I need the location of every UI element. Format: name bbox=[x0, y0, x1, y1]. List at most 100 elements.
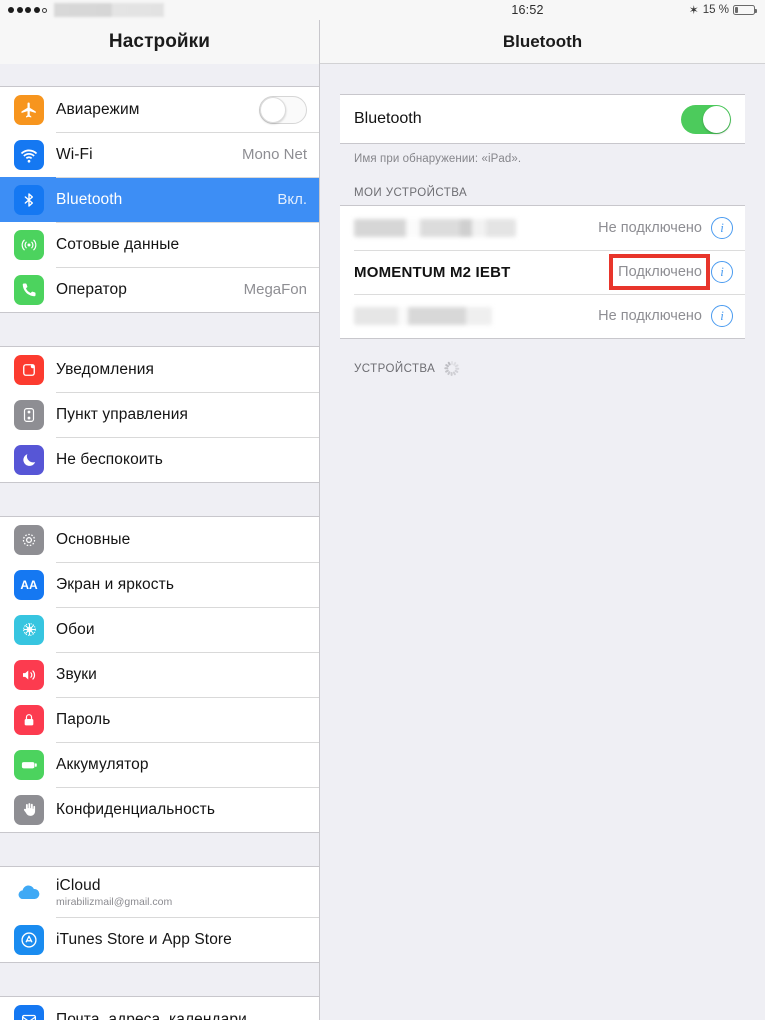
signal-dot bbox=[33, 7, 40, 13]
device-name: MOMENTUM M2 IEBT bbox=[354, 263, 511, 281]
sidebar-item-label: Основные bbox=[56, 530, 131, 548]
device-name-redacted bbox=[354, 219, 516, 237]
sidebar-item-sounds[interactable]: Звуки bbox=[0, 652, 319, 697]
sidebar-item-control-center[interactable]: Пункт управления bbox=[0, 392, 319, 437]
airplane-mode-toggle[interactable] bbox=[259, 95, 307, 124]
control-center-icon bbox=[14, 399, 44, 430]
signal-dot bbox=[16, 7, 23, 13]
bluetooth-toggle-row[interactable]: Bluetooth bbox=[340, 95, 745, 143]
sidebar-item-passcode[interactable]: Пароль bbox=[0, 697, 319, 742]
sidebar-item-battery[interactable]: Аккумулятор bbox=[0, 742, 319, 787]
sidebar-title: Настройки bbox=[0, 20, 319, 64]
sidebar-item-bluetooth[interactable]: Bluetooth Вкл. bbox=[0, 177, 319, 222]
other-devices-header-label: УСТРОЙСТВА bbox=[354, 362, 436, 375]
info-icon[interactable]: i bbox=[711, 217, 733, 239]
sidebar-item-label: Сотовые данные bbox=[56, 235, 180, 253]
battery-icon bbox=[733, 5, 757, 15]
sidebar-group-system: Основные AA Экран и яркость Обои Звуки П… bbox=[0, 516, 319, 833]
sidebar-group-connectivity: Авиарежим Wi-Fi Mono Net Bluetooth Вкл. bbox=[0, 86, 319, 313]
battery-icon bbox=[14, 749, 44, 780]
bluetooth-detail-panel: Bluetooth Bluetooth Имя при обнаружении:… bbox=[320, 0, 765, 1020]
bluetooth-icon bbox=[14, 184, 44, 215]
sidebar-item-label: Аккумулятор bbox=[56, 755, 149, 773]
device-name-redacted bbox=[354, 307, 492, 325]
sidebar-item-carrier[interactable]: Оператор MegaFon bbox=[0, 267, 319, 312]
my-devices-list: Не подключено i MOMENTUM M2 IEBT Подключ… bbox=[340, 205, 745, 339]
signal-dot-empty bbox=[42, 7, 47, 13]
bluetooth-toggle-card: Bluetooth bbox=[340, 94, 745, 144]
sidebar-item-display-brightness[interactable]: AA Экран и яркость bbox=[0, 562, 319, 607]
my-devices-header-label: МОИ УСТРОЙСТВА bbox=[354, 187, 468, 199]
status-bar-indicators: ✶ 15 % bbox=[688, 3, 757, 17]
status-bar-right: 16:52 ✶ 15 % bbox=[320, 3, 765, 17]
detail-title: Bluetooth bbox=[320, 20, 765, 64]
sidebar-item-label: Обои bbox=[56, 620, 95, 638]
sidebar-item-mail-contacts-calendars[interactable]: Почта, адреса, календари bbox=[0, 997, 319, 1020]
sidebar-item-label: Звуки bbox=[56, 665, 97, 683]
sidebar-item-label: Уведомления bbox=[56, 360, 155, 378]
moon-icon bbox=[14, 444, 44, 475]
sidebar-item-label: Wi-Fi bbox=[56, 145, 93, 163]
mail-icon bbox=[14, 1004, 44, 1020]
bluetooth-toggle-label: Bluetooth bbox=[354, 110, 422, 127]
sidebar-item-label: Не беспокоить bbox=[56, 450, 163, 468]
sidebar-item-label: Экран и яркость bbox=[56, 575, 175, 593]
display-brightness-icon: AA bbox=[14, 569, 44, 600]
notifications-icon bbox=[14, 354, 44, 385]
sidebar-list[interactable]: Авиарежим Wi-Fi Mono Net Bluetooth Вкл. bbox=[0, 64, 319, 1020]
sidebar-item-cellular-data[interactable]: Сотовые данные bbox=[0, 222, 319, 267]
wallpaper-icon bbox=[14, 614, 44, 645]
sidebar-item-notifications[interactable]: Уведомления bbox=[0, 347, 319, 392]
cellular-icon bbox=[14, 229, 44, 260]
sidebar-item-itunes-app-store[interactable]: iTunes Store и App Store bbox=[0, 917, 319, 962]
battery-percent-label: 15 % bbox=[702, 4, 729, 16]
sidebar-item-privacy[interactable]: Конфиденциальность bbox=[0, 787, 319, 832]
status-bar-left bbox=[0, 3, 320, 17]
status-bar: 16:52 ✶ 15 % bbox=[0, 0, 765, 20]
sidebar-group-notifications: Уведомления Пункт управления Не беспокои… bbox=[0, 346, 319, 483]
scanning-spinner-icon bbox=[444, 361, 460, 376]
sidebar-item-do-not-disturb[interactable]: Не беспокоить bbox=[0, 437, 319, 482]
hand-icon bbox=[14, 794, 44, 825]
phone-icon bbox=[14, 274, 44, 305]
sidebar-item-label: Оператор bbox=[56, 280, 127, 298]
sidebar-group-mail: Почта, адреса, календари bbox=[0, 996, 319, 1020]
signal-dot bbox=[8, 7, 14, 13]
detail-body: Bluetooth Имя при обнаружении: «iPad». М… bbox=[320, 64, 765, 382]
gear-icon bbox=[14, 524, 44, 555]
sidebar-item-label: Почта, адреса, календари bbox=[56, 1010, 247, 1020]
sidebar-group-accounts: iCloud mirabilizmail@gmail.com iTunes St… bbox=[0, 866, 319, 963]
sidebar-item-icloud[interactable]: iCloud mirabilizmail@gmail.com bbox=[0, 867, 319, 917]
sidebar-item-label: iTunes Store и App Store bbox=[56, 930, 232, 948]
info-icon[interactable]: i bbox=[711, 261, 733, 283]
speaker-icon bbox=[14, 659, 44, 690]
signal-dot bbox=[25, 7, 31, 13]
bluetooth-toggle[interactable] bbox=[681, 104, 731, 134]
bluetooth-icon: ✶ bbox=[688, 3, 699, 17]
sidebar-item-label: Bluetooth bbox=[56, 190, 123, 208]
lock-icon bbox=[14, 704, 44, 735]
sidebar-item-label: iCloud bbox=[56, 876, 101, 894]
wi-fi-network-value: Mono Net bbox=[241, 146, 307, 163]
device-status: Не подключено bbox=[598, 220, 702, 236]
settings-sidebar[interactable]: Настройки Авиарежим Wi-Fi Mono Net Bluet… bbox=[0, 0, 320, 1020]
device-status: Не подключено bbox=[598, 308, 702, 324]
device-row[interactable]: Не подключено i bbox=[340, 206, 745, 250]
sidebar-item-label: Авиарежим bbox=[56, 100, 140, 118]
discoverable-note: Имя при обнаружении: «iPad». bbox=[354, 153, 522, 165]
info-icon[interactable]: i bbox=[711, 305, 733, 327]
status-bar-clock: 16:52 bbox=[511, 3, 544, 17]
device-status: Подключено bbox=[609, 254, 711, 290]
sidebar-item-wallpaper[interactable]: Обои bbox=[0, 607, 319, 652]
icloud-icon bbox=[14, 877, 44, 907]
app-store-icon bbox=[14, 924, 44, 955]
bluetooth-state-value: Вкл. bbox=[277, 191, 307, 208]
sidebar-item-label: Конфиденциальность bbox=[56, 800, 216, 818]
device-row[interactable]: Не подключено i bbox=[340, 294, 745, 338]
device-row[interactable]: MOMENTUM M2 IEBT Подключено i bbox=[340, 250, 745, 294]
sidebar-item-general[interactable]: Основные bbox=[0, 517, 319, 562]
sidebar-item-airplane-mode[interactable]: Авиарежим bbox=[0, 87, 319, 132]
my-devices-section-header: МОИ УСТРОЙСТВА bbox=[320, 165, 765, 205]
signal-strength-dots bbox=[8, 7, 47, 13]
sidebar-item-wi-fi[interactable]: Wi-Fi Mono Net bbox=[0, 132, 319, 177]
